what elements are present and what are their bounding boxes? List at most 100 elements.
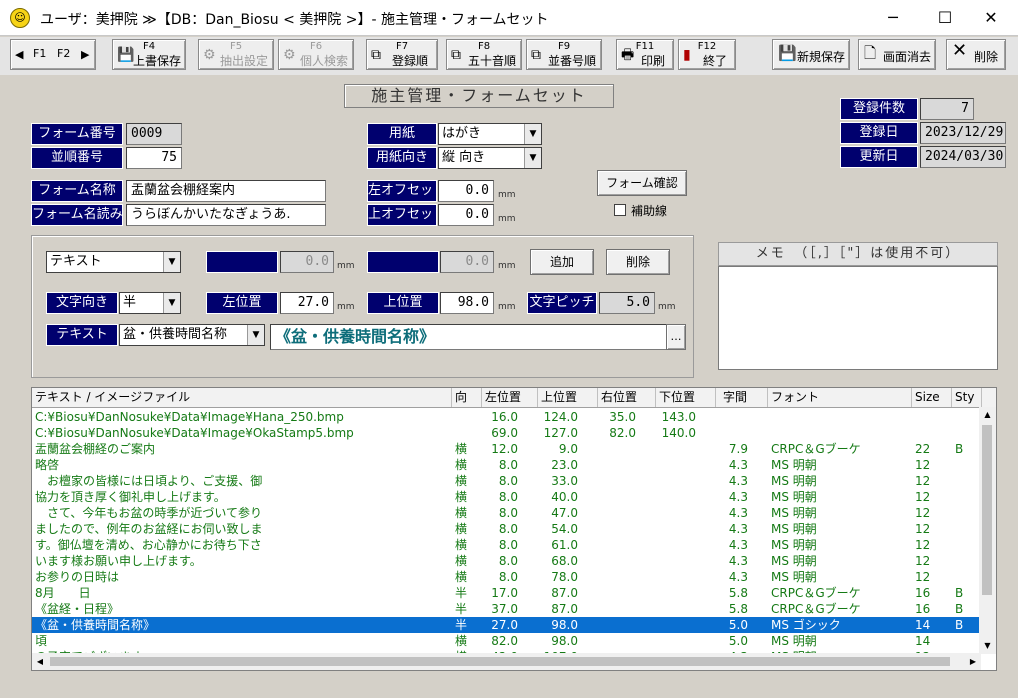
order-number-label: 並順番号 xyxy=(31,147,123,169)
scroll-right-icon[interactable]: ▶ xyxy=(965,653,981,670)
table-row[interactable]: 頃 横 82.0 98.0 5.0 MS 明朝 14 xyxy=(32,633,980,649)
table-row[interactable]: 盂蘭盆会棚経のご案内 横 12.0 9.0 7.9 CRPC＆Gブーケ 22 B xyxy=(32,441,980,457)
element-type-select[interactable]: テキスト ▼ xyxy=(46,251,181,273)
vertical-scrollbar[interactable]: ▲ ▼ xyxy=(979,407,996,654)
cell-font: MS 明朝 xyxy=(771,490,817,504)
left-position-label: 左位置 xyxy=(206,292,278,314)
cell-text: 8月 日 xyxy=(35,586,91,600)
cell-font: MS 明朝 xyxy=(771,570,817,584)
new-save-button[interactable]: 💾 新規保存 xyxy=(772,39,850,70)
table-row[interactable]: 《盆・供養時間名称》 半 27.0 98.0 5.0 MS ゴシック 14 B xyxy=(32,617,980,633)
cell-direction: 半 xyxy=(455,602,468,616)
f12-key: F12 xyxy=(697,41,717,52)
delete-label: 削除 xyxy=(973,50,998,64)
minimize-button[interactable]: ─ xyxy=(870,0,916,36)
delete-element-button[interactable]: 削除 xyxy=(606,249,670,275)
table-row[interactable]: お参りの日時は 横 8.0 78.0 4.3 MS 明朝 12 xyxy=(32,569,980,585)
memo-textarea[interactable] xyxy=(718,266,998,370)
toolbar: ◀ F1 F2 ▶ 💾 F4 上書保存 ⚙ F5 抽出設定 ⚙ F6 個人検索 … xyxy=(0,37,1018,75)
horizontal-scroll-thumb[interactable] xyxy=(50,657,950,666)
cell-left: 8.0 xyxy=(498,506,518,520)
add-element-button[interactable]: 追加 xyxy=(530,249,594,275)
column-header-bottom[interactable]: 下位置 xyxy=(656,388,716,407)
cell-font: MS 明朝 xyxy=(771,538,817,552)
memo-label: メモ （［,］［"］は使用不可） xyxy=(718,242,998,266)
f5-filter-settings-button[interactable]: ⚙ F5 抽出設定 xyxy=(198,39,274,70)
table-row[interactable]: 8月 日 半 17.0 87.0 5.8 CRPC＆Gブーケ 16 B xyxy=(32,585,980,601)
f12-exit-button[interactable]: ▮ F12 終了 xyxy=(678,39,736,70)
element-list[interactable]: テキスト / イメージファイル向左位置 上位置 右位置 下位置 字間 フォント Size St… xyxy=(31,387,997,671)
column-header-right[interactable]: 右位置 xyxy=(598,388,656,407)
f11-print-button[interactable]: 🖶 F11 印刷 xyxy=(616,39,674,70)
left-offset-input[interactable]: 0.0 xyxy=(438,180,494,202)
table-row[interactable]: さて、今年もお盆の時季が近づいて参り 横 8.0 47.0 4.3 MS 明朝 12 xyxy=(32,505,980,521)
table-row[interactable]: C:¥Biosu¥DanNosuke¥Data¥Image¥Hana_250.b… xyxy=(32,409,980,425)
width-unit: mm xyxy=(337,261,355,271)
cell-text: お参りの日時は xyxy=(35,570,120,584)
cell-size: 12 xyxy=(915,506,931,520)
registered-date-value: 2023/12/29 xyxy=(920,122,1006,144)
f4-overwrite-save-button[interactable]: 💾 F4 上書保存 xyxy=(112,39,186,70)
column-header-size[interactable]: Size xyxy=(912,388,952,407)
column-header-top[interactable]: 上位置 xyxy=(538,388,598,407)
guide-lines-checkbox[interactable] xyxy=(614,204,626,216)
column-header-font[interactable]: フォント xyxy=(768,388,912,407)
scroll-left-icon[interactable]: ◀ xyxy=(32,653,48,670)
text-direction-select[interactable]: 半 ▼ xyxy=(119,292,181,314)
paper-select[interactable]: はがき ▼ xyxy=(438,123,542,145)
text-browse-button[interactable]: … xyxy=(666,324,686,350)
text-field-select[interactable]: 盆・供養時間名称 ▼ xyxy=(119,324,265,346)
table-row[interactable]: 協力を頂き厚く御礼申し上げます。 横 8.0 40.0 4.3 MS 明朝 12 xyxy=(32,489,980,505)
form-confirm-button[interactable]: フォーム確認 xyxy=(597,170,687,196)
cell-top: 98.0 xyxy=(551,618,578,632)
f6-person-search-button[interactable]: ⚙ F6 個人検索 xyxy=(278,39,354,70)
horizontal-scrollbar[interactable]: ◀ ▶ xyxy=(32,653,981,670)
form-name-input[interactable]: 盂蘭盆会棚経案内 xyxy=(126,180,326,202)
table-row[interactable]: 《盆経・日程》 半 37.0 87.0 5.8 CRPC＆Gブーケ 16 B xyxy=(32,601,980,617)
scroll-up-icon[interactable]: ▲ xyxy=(979,407,996,423)
scroll-down-icon[interactable]: ▼ xyxy=(979,638,996,654)
top-position-input[interactable]: 98.0 xyxy=(440,292,494,314)
width-input[interactable]: 0.0 xyxy=(280,251,334,273)
column-header-left[interactable]: 左位置 xyxy=(482,388,538,407)
f8-label: 五十音順 xyxy=(467,54,516,68)
height-input[interactable]: 0.0 xyxy=(440,251,494,273)
cell-top: 54.0 xyxy=(551,522,578,536)
table-row[interactable]: 略啓 横 8.0 23.0 4.3 MS 明朝 12 xyxy=(32,457,980,473)
f7-label: 登録順 xyxy=(391,54,428,68)
order-number-input[interactable]: 75 xyxy=(126,147,182,169)
delete-button[interactable]: ✕ 削除 xyxy=(946,39,1006,70)
clear-screen-button[interactable]: 🗋 画面消去 xyxy=(858,39,936,70)
paper-orientation-select[interactable]: 縦 向き ▼ xyxy=(438,147,542,169)
cell-spacing: 4.3 xyxy=(728,458,748,472)
top-offset-input[interactable]: 0.0 xyxy=(438,204,494,226)
table-row[interactable]: す。御仏壇を清め、お心静かにお待ち下さ 横 8.0 61.0 4.3 MS 明朝 12 xyxy=(32,537,980,553)
char-pitch-input[interactable]: 5.0 xyxy=(599,292,655,314)
column-header-spacing[interactable]: 字間 xyxy=(720,388,768,407)
left-position-input[interactable]: 27.0 xyxy=(280,292,334,314)
cell-font: MS 明朝 xyxy=(771,474,817,488)
column-header-direction[interactable]: 向 xyxy=(452,388,482,407)
maximize-button[interactable]: ☐ xyxy=(922,0,968,36)
text-content-input[interactable]: 《盆・供養時間名称》 xyxy=(270,324,670,350)
close-window-button[interactable]: ✕ xyxy=(968,0,1014,36)
cell-size: 12 xyxy=(915,522,931,536)
table-row[interactable]: C:¥Biosu¥DanNosuke¥Data¥Image¥OkaStamp5.… xyxy=(32,425,980,441)
f9-label: 並番号順 xyxy=(547,54,596,68)
f1-f2-nav-button[interactable]: ◀ F1 F2 ▶ xyxy=(10,39,96,70)
height-label-bar xyxy=(367,251,439,273)
f8-kana-order-button[interactable]: ⧉ F8 五十音順 xyxy=(446,39,522,70)
table-row[interactable]: お檀家の皆様には日頃より、ご支援、御 横 8.0 33.0 4.3 MS 明朝 12 xyxy=(32,473,980,489)
cell-font: MS 明朝 xyxy=(771,522,817,536)
f9-sequence-order-button[interactable]: ⧉ F9 並番号順 xyxy=(526,39,602,70)
f7-registration-order-button[interactable]: ⧉ F7 登録順 xyxy=(366,39,438,70)
column-header-style[interactable]: Sty xyxy=(952,388,982,407)
cell-top: 61.0 xyxy=(551,538,578,552)
form-reading-input[interactable]: うらぼんかいたなぎょうあ. xyxy=(126,204,326,226)
cell-top: 68.0 xyxy=(551,554,578,568)
column-header-text[interactable]: テキスト / イメージファイル xyxy=(32,388,452,407)
table-row[interactable]: います様お願い申し上げます。 横 8.0 68.0 4.3 MS 明朝 12 xyxy=(32,553,980,569)
chevron-down-icon: ▼ xyxy=(163,252,180,272)
vertical-scroll-thumb[interactable] xyxy=(982,425,992,595)
table-row[interactable]: ましたので、例年のお盆経にお伺い致しま 横 8.0 54.0 4.3 MS 明朝 12 xyxy=(32,521,980,537)
